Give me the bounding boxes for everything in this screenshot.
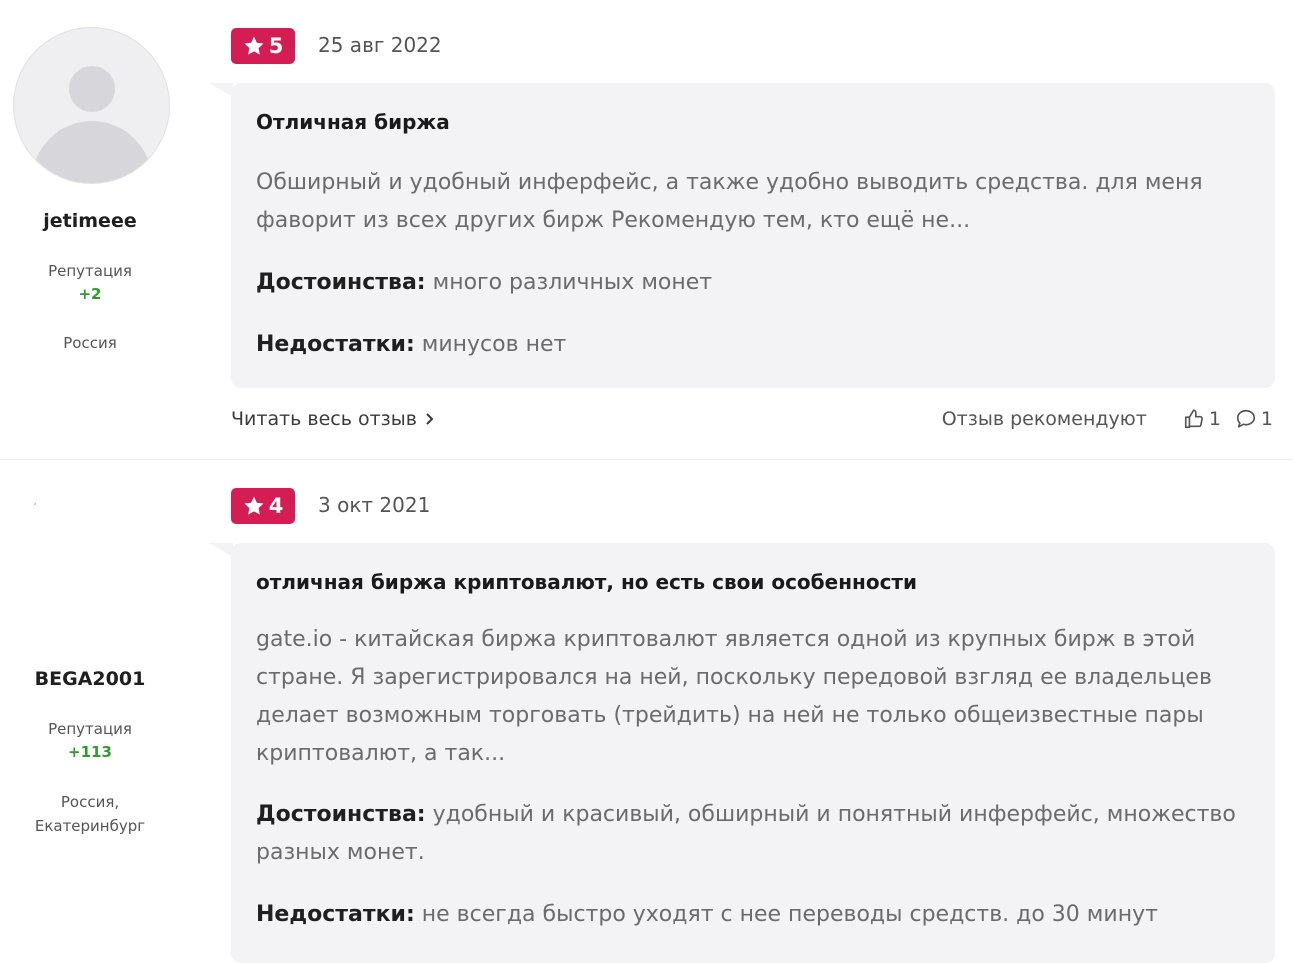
likes-count: 1: [1208, 408, 1221, 430]
chevron-right-icon: [426, 413, 434, 425]
username[interactable]: jetimeee: [0, 210, 180, 232]
user-location: Россия: [63, 334, 117, 352]
cons-value: не всегда быстро уходят с нее переводы с…: [421, 902, 1158, 927]
thumbs-up-icon: [1184, 409, 1203, 429]
read-more-label: Читать весь отзыв: [231, 408, 417, 430]
reputation-value: +2: [78, 285, 102, 303]
pros-label: Достоинства:: [256, 270, 426, 295]
rating-value: 4: [268, 494, 284, 518]
pros-value: много различных монет: [432, 270, 713, 295]
review-actions: Отзыв рекомендуют 1 1: [942, 408, 1273, 430]
review-body: Отличная биржа Обширный и удобный инферф…: [209, 83, 1275, 388]
recommend-label: Отзыв рекомендуют: [941, 408, 1147, 430]
user-location-country: Россия,: [60, 793, 120, 811]
username[interactable]: BEGA2001: [0, 668, 180, 690]
user-location-city: Екатеринбург: [34, 817, 146, 835]
review-body: отличная биржа криптовалют, но есть свои…: [209, 543, 1275, 963]
comments-button[interactable]: 1: [1235, 408, 1273, 430]
cons-label: Недостатки:: [256, 902, 415, 927]
read-full-review-link[interactable]: Читать весь отзыв: [231, 408, 435, 430]
like-button[interactable]: 1: [1183, 408, 1221, 430]
cons-label: Недостатки:: [256, 332, 415, 357]
pros-row: Достоинства: удобный и красивый, обширны…: [256, 796, 1250, 872]
pros-label: Достоинства:: [256, 802, 426, 827]
cons-value: минусов нет: [421, 332, 567, 357]
reputation-label: Репутация: [48, 720, 132, 738]
comments-count: 1: [1260, 408, 1273, 430]
review-text: Обширный и удобный инферфейс, а также уд…: [256, 170, 1203, 233]
star-icon: [244, 36, 264, 55]
comment-icon: [1236, 409, 1255, 428]
review-card: ‘ BEGA2001 Репутация +113 Россия, Екатер…: [0, 460, 1293, 963]
review-title[interactable]: Отличная биржа: [256, 110, 450, 134]
cons-row: Недостатки: не всегда быстро уходят с не…: [256, 896, 1250, 934]
star-icon: [244, 496, 264, 515]
rating-badge: 5: [231, 28, 295, 64]
avatar-placeholder-icon[interactable]: [13, 27, 170, 184]
pros-row: Достоинства: много различных монет: [256, 264, 1250, 302]
rating-value: 5: [268, 34, 284, 58]
review-text: gate.io - китайская биржа криптовалют яв…: [256, 627, 1212, 766]
reputation-value: +113: [68, 743, 112, 761]
rating-badge: 4: [231, 488, 295, 524]
review-title[interactable]: отличная биржа криптовалют, но есть свои…: [256, 570, 917, 594]
avatar[interactable]: ‘: [32, 503, 38, 511]
reputation-label: Репутация: [48, 262, 132, 280]
review-card: jetimeee Репутация +2 Россия 5 25 авг 20…: [0, 0, 1293, 460]
review-date: 25 авг 2022: [318, 33, 442, 57]
review-date: 3 окт 2021: [318, 493, 431, 517]
cons-row: Недостатки: минусов нет: [256, 326, 1250, 364]
